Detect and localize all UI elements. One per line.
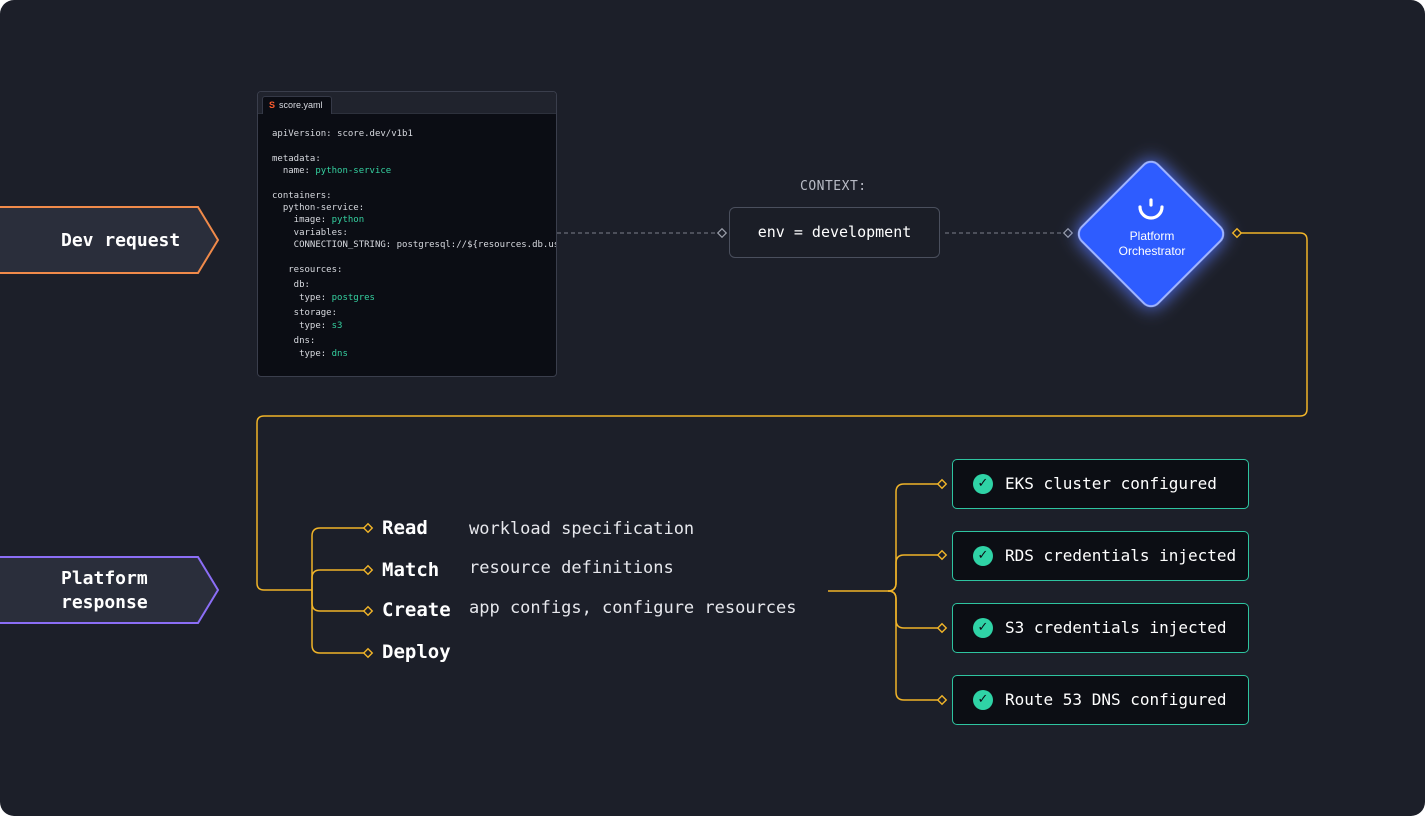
code-line-key: apiVersion: score.dev/v1b1 — [272, 129, 413, 139]
check-circle-icon: ✓ — [973, 546, 993, 566]
code-line-key: dns: — [272, 336, 316, 346]
code-line: storage: — [272, 307, 337, 319]
code-line: apiVersion: score.dev/v1b1 — [272, 128, 413, 140]
code-line-key: db: — [272, 280, 310, 290]
result-text: Route 53 DNS configured — [1005, 690, 1227, 709]
code-line: type: dns — [272, 348, 348, 360]
code-line-key: type: — [272, 349, 332, 359]
check-circle-icon: ✓ — [973, 474, 993, 494]
code-line: variables: — [272, 227, 348, 239]
result-card: ✓ Route 53 DNS configured — [952, 675, 1249, 725]
code-line-key: name: — [272, 166, 316, 176]
action-verb-read: Read — [382, 517, 428, 539]
result-card: ✓ S3 credentials injected — [952, 603, 1249, 653]
code-line-value: postgres — [331, 293, 375, 303]
code-line: type: s3 — [272, 320, 342, 332]
code-line-value: s3 — [331, 321, 343, 331]
platform-response-label-line1: Platform — [61, 568, 148, 589]
code-line-value: python — [331, 215, 365, 225]
orchestrator-label-line2: Orchestrator — [1118, 244, 1186, 258]
score-logo-icon: S — [269, 100, 276, 110]
action-branches — [311, 527, 364, 654]
action-node-diamonds — [362, 522, 374, 659]
action-desc-create: app configs, configure resources — [469, 598, 797, 618]
code-line-value: python-service — [315, 166, 392, 176]
code-line-key: metadata: — [272, 154, 321, 164]
result-text: EKS cluster configured — [1005, 474, 1217, 493]
code-line-key: CONNECTION_STRING: postgresql://${resour… — [293, 240, 556, 250]
result-card: ✓ RDS credentials injected — [952, 531, 1249, 581]
orchestrator-label: Platform Orchestrator — [1092, 229, 1212, 259]
result-text: RDS credentials injected — [1005, 546, 1237, 565]
action-verb-create: Create — [382, 599, 451, 621]
code-line: image: python — [272, 214, 364, 226]
diagram-canvas: Dev request Platform response S score.ya… — [0, 0, 1425, 816]
code-line: db: — [272, 279, 310, 291]
code-line: containers: — [272, 190, 332, 202]
code-line-key: image: — [272, 215, 332, 225]
editor-tab-score-yaml[interactable]: S score.yaml — [262, 96, 332, 114]
dev-request-label: Dev request — [61, 230, 181, 251]
code-line: dns: — [272, 335, 316, 347]
code-line: metadata: — [272, 153, 321, 165]
code-line-key: python-service: — [272, 203, 365, 213]
code-line: python-service: — [272, 202, 364, 214]
editor-tab-bar: S score.yaml — [258, 92, 556, 114]
code-line-key: resources: — [272, 265, 343, 275]
platform-response-label-line2: response — [61, 592, 148, 613]
code-line-key: containers: — [272, 191, 332, 201]
check-circle-icon: ✓ — [973, 690, 993, 710]
code-line: type: postgres — [272, 292, 375, 304]
code-line-key: storage: — [272, 308, 338, 318]
result-card: ✓ EKS cluster configured — [952, 459, 1249, 509]
action-desc-read: workload specification — [469, 519, 695, 539]
context-label: CONTEXT: — [800, 179, 867, 194]
score-yaml-editor: S score.yaml apiVersion: score.dev/v1b1 m… — [257, 91, 557, 377]
action-desc-match: resource definitions — [469, 558, 674, 578]
connector-node-diamond — [1062, 227, 1074, 239]
context-value-box: env = development — [729, 207, 940, 258]
code-line: name: python-service — [272, 165, 391, 177]
connector-node-diamond — [1231, 227, 1243, 239]
connector-node-diamond — [716, 227, 728, 239]
action-verb-deploy: Deploy — [382, 641, 451, 663]
action-verb-match: Match — [382, 559, 440, 581]
check-circle-icon: ✓ — [973, 618, 993, 638]
code-line-key: type: — [272, 321, 332, 331]
result-text: S3 credentials injected — [1005, 618, 1227, 637]
code-line: CONNECTION_STRING: postgresql://${resour… — [272, 239, 556, 251]
code-line-key: type: — [272, 293, 332, 303]
code-line-value: dns — [331, 349, 348, 359]
orchestrator-label-line1: Platform — [1129, 229, 1175, 243]
code-line: resources: — [272, 264, 342, 276]
code-line-key: variables: — [272, 228, 348, 238]
result-node-diamonds — [936, 478, 948, 706]
result-branches — [887, 483, 938, 701]
editor-tab-label: score.yaml — [279, 100, 323, 110]
